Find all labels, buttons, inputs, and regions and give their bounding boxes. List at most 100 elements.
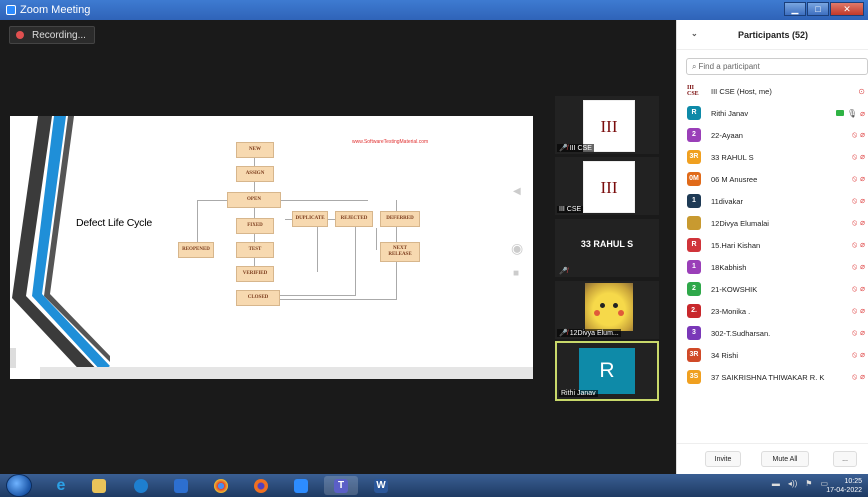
participant-row[interactable]: 3R 33 RAHUL S ⦸ ⌀ <box>677 146 868 168</box>
video-off-icon: ⌀ <box>860 108 865 118</box>
invite-button[interactable]: Invite <box>705 451 741 467</box>
firefox-icon[interactable] <box>244 476 278 495</box>
title-bar: Zoom Meeting ▁ □ ✕ <box>0 0 868 20</box>
chrome-icon[interactable] <box>204 476 238 495</box>
ie-icon[interactable]: e <box>44 476 78 495</box>
recording-icon: ⊙ <box>858 86 865 96</box>
avatar: 0M <box>687 172 701 186</box>
network-icon[interactable]: ▬ <box>772 479 780 488</box>
collapse-arrow-icon[interactable]: ◀ <box>513 186 521 197</box>
video-off-icon: ⌀ <box>860 174 865 183</box>
avatar: 3R <box>687 348 701 362</box>
stop-icon[interactable]: ■ <box>513 268 519 279</box>
tile-name: III CSE <box>569 144 592 152</box>
close-button[interactable]: ✕ <box>830 2 864 16</box>
state-verified: VERIFIED <box>236 266 274 282</box>
media-icon[interactable] <box>164 476 198 495</box>
state-test: TEST <box>236 242 274 258</box>
participant-row[interactable]: 0M 06 M Anusree ⦸ ⌀ <box>677 168 868 190</box>
mute-all-button[interactable]: Mute All <box>761 451 809 467</box>
participant-row[interactable]: 3S 37 SAIKRISHNA THIWAKAR R. K ⦸ ⌀ <box>677 366 868 388</box>
state-deferred: DEFERRED <box>380 211 420 227</box>
slide-title: Defect Life Cycle <box>76 217 152 229</box>
app-icon[interactable] <box>124 476 158 495</box>
taskbar: e T W ▬ ◂)) ⚑ ▭ 10:25 17-04-2022 <box>0 474 868 497</box>
participant-name: 11divakar <box>711 196 743 206</box>
more-button[interactable]: ... <box>833 451 857 467</box>
shared-screen: Defect Life Cycle www.SoftwareTestingMat… <box>10 116 533 379</box>
minimize-button[interactable]: ▁ <box>784 2 806 16</box>
maximize-button[interactable]: □ <box>807 2 829 16</box>
video-off-icon: ⌀ <box>860 196 865 205</box>
avatar: 1 <box>687 260 701 274</box>
video-tile[interactable]: 🎤̸ 12Divya Elum... <box>555 281 659 339</box>
video-tile[interactable]: III CSE 🎤̸III CSE <box>555 96 659 154</box>
mic-on-icon: 🎙 <box>847 108 858 118</box>
start-button[interactable] <box>6 474 32 497</box>
mic-muted-icon: ⦸ <box>851 350 858 359</box>
mic-muted-icon: ⦸ <box>851 306 858 315</box>
participant-row[interactable]: 1 11divakar ⦸ ⌀ <box>677 190 868 212</box>
clock-date: 17-04-2022 <box>826 487 862 494</box>
video-tile[interactable]: 33 RAHUL S 🎤̸ <box>555 219 659 277</box>
avatar: R <box>687 238 701 252</box>
volume-icon[interactable]: ◂)) <box>788 479 797 488</box>
participant-row[interactable]: 2 21-KOWSHIK ⦸ ⌀ <box>677 278 868 300</box>
avatar: 2 <box>687 128 701 142</box>
recording-label: Recording... <box>32 29 86 41</box>
video-off-icon: ⌀ <box>860 218 865 227</box>
word-icon[interactable]: W <box>364 476 398 495</box>
search-placeholder: Find a participant <box>698 62 760 71</box>
participant-row[interactable]: 3R 34 Rishi ⦸ ⌀ <box>677 344 868 366</box>
zoom-window: Zoom Meeting ▁ □ ✕ Recording... Defect L… <box>0 0 868 474</box>
participant-name: Rithi Janav <box>711 108 749 118</box>
participant-row[interactable]: 12Divya Elumalai ⦸ ⌀ <box>677 212 868 234</box>
slide-watermark: www.SoftwareTestingMaterial.com <box>352 139 429 145</box>
participant-name: 15.Hari Kishan <box>711 240 761 250</box>
video-off-icon: ⌀ <box>860 240 865 249</box>
video-tile-active-speaker[interactable]: R Rithi Janav <box>555 341 659 401</box>
state-reopened: REOPENED <box>178 242 214 258</box>
mic-muted-icon: ⦸ <box>851 240 858 249</box>
participant-row[interactable]: R Rithi Janav 🎙 ⌀ <box>677 102 868 124</box>
window-title: Zoom Meeting <box>20 4 91 16</box>
participants-panel: ⌄ Participants (52) ⌕ Find a participant… <box>676 20 868 474</box>
recording-indicator[interactable]: Recording... <box>9 26 95 44</box>
participant-name: 33 RAHUL S <box>711 152 754 162</box>
mic-muted-icon: ⦸ <box>851 174 858 183</box>
clock[interactable]: 10:25 17-04-2022 <box>826 477 862 495</box>
search-input[interactable]: ⌕ Find a participant <box>686 58 868 75</box>
participant-row[interactable]: 1 18Kabhish ⦸ ⌀ <box>677 256 868 278</box>
tile-name: III CSE <box>559 206 582 213</box>
mic-muted-icon: 🎤̸ <box>559 268 568 275</box>
video-tile[interactable]: III CSE III CSE <box>555 157 659 215</box>
tile-display-name: 33 RAHUL S <box>580 239 634 249</box>
mic-muted-icon: ⦸ <box>851 372 858 381</box>
participant-row[interactable]: 2 22-Ayaan ⦸ ⌀ <box>677 124 868 146</box>
chevron-down-icon[interactable]: ⌄ <box>691 29 698 38</box>
search-icon: ⌕ <box>692 61 697 71</box>
teams-icon[interactable]: T <box>324 476 358 495</box>
tile-image: III CSE <box>583 161 635 213</box>
avatar: R <box>579 348 635 394</box>
avatar: 3S <box>687 370 701 384</box>
participant-host[interactable]: III CSE III CSE (Host, me) ⊙ <box>677 80 868 102</box>
state-new: NEW <box>236 142 274 158</box>
participants-title: Participants (52) <box>737 29 809 40</box>
mic-muted-icon: ⦸ <box>851 196 858 205</box>
participant-row[interactable]: 2. 23-Monika . ⦸ ⌀ <box>677 300 868 322</box>
record-icon[interactable]: ◉ <box>511 240 523 257</box>
video-off-icon: ⌀ <box>860 262 865 271</box>
record-dot-icon <box>16 31 24 39</box>
participant-row[interactable]: 3 302-T.Sudharsan. ⦸ ⌀ <box>677 322 868 344</box>
video-off-icon: ⌀ <box>860 306 865 315</box>
zoom-taskbar-icon[interactable] <box>284 476 318 495</box>
participant-name: 22-Ayaan <box>711 130 743 140</box>
video-off-icon: ⌀ <box>860 328 865 337</box>
explorer-icon[interactable] <box>82 476 116 495</box>
flag-icon[interactable]: ⚑ <box>805 479 812 488</box>
state-fixed: FIXED <box>236 218 274 234</box>
participant-row[interactable]: R 15.Hari Kishan ⦸ ⌀ <box>677 234 868 256</box>
mic-muted-icon: 🎤̸ <box>559 330 568 337</box>
mic-muted-icon: ⦸ <box>851 152 858 161</box>
